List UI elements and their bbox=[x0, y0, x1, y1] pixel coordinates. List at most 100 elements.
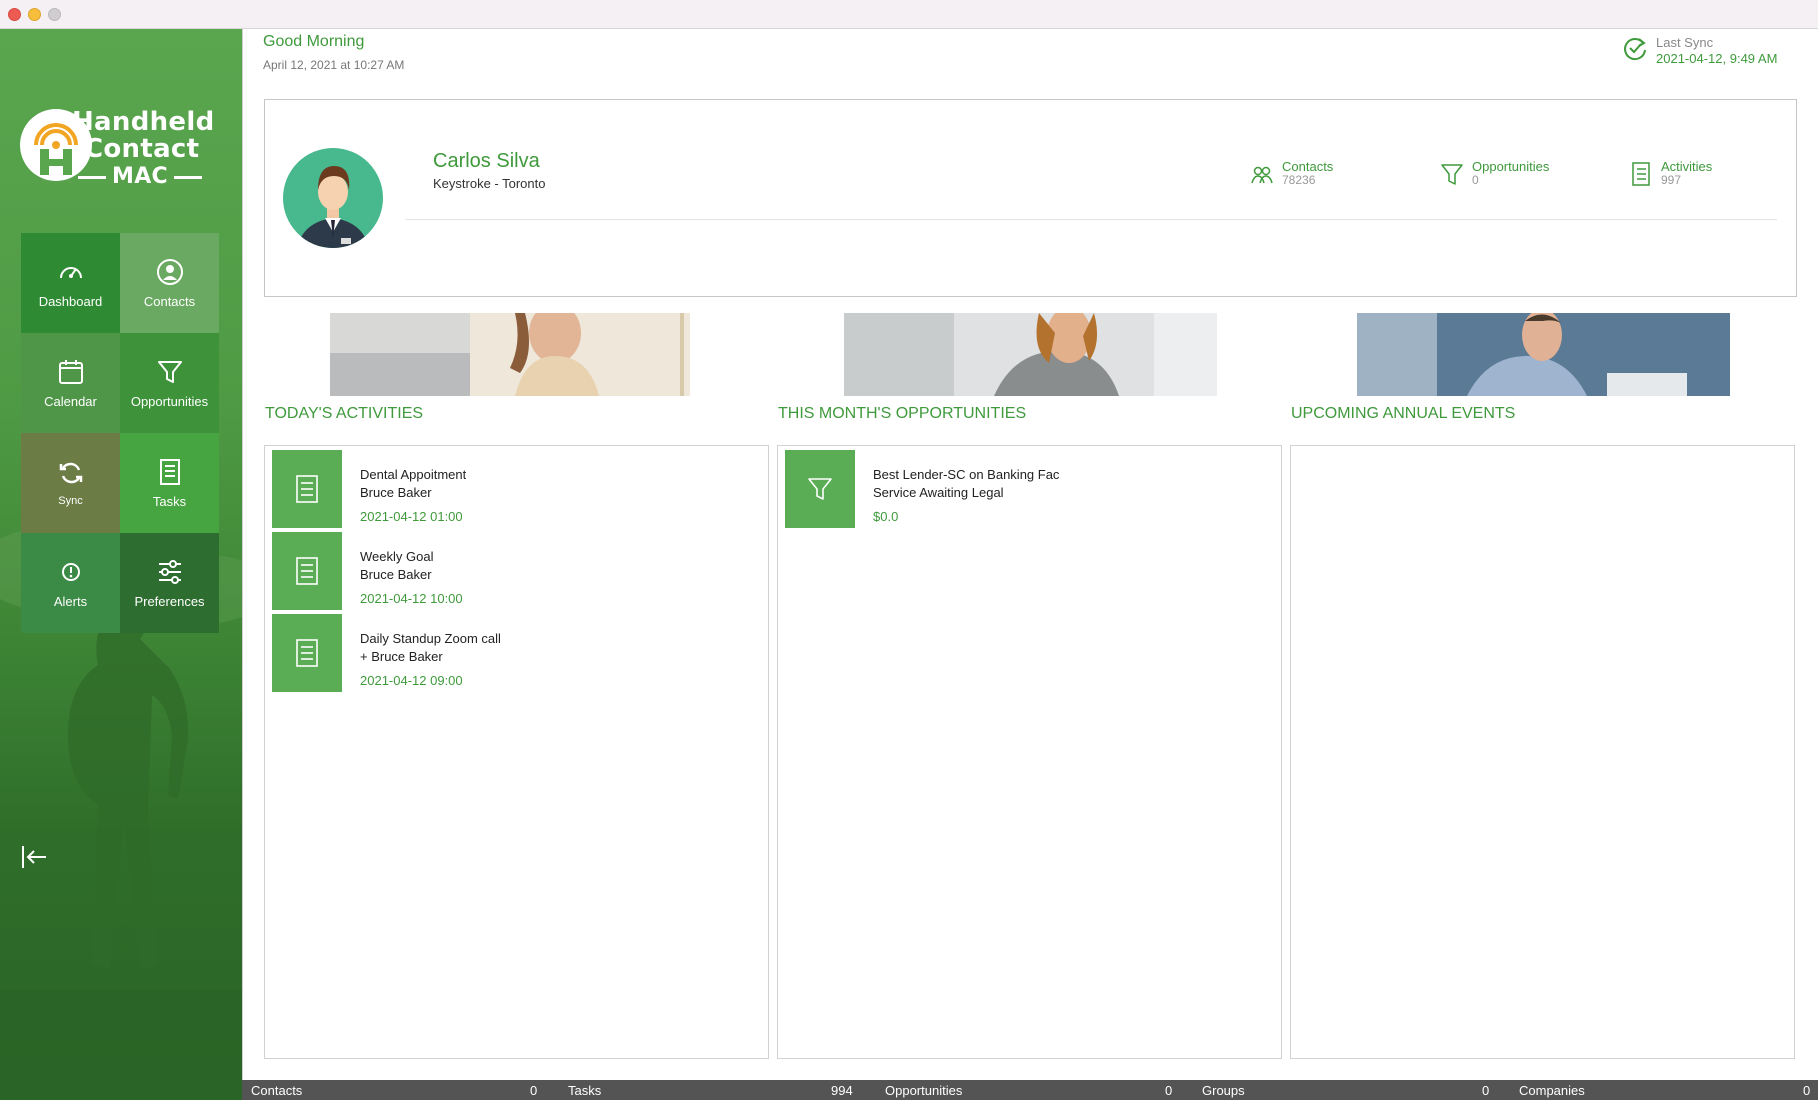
checklist-icon bbox=[296, 557, 318, 585]
nav-sync[interactable]: Sync bbox=[21, 433, 120, 533]
profile-organization: Keystroke - Toronto bbox=[433, 176, 546, 191]
stat-contacts-label: Contacts bbox=[1282, 159, 1334, 174]
main-content: Good Morning April 12, 2021 at 10:27 AM … bbox=[242, 29, 1818, 1080]
close-window-button[interactable] bbox=[8, 8, 21, 21]
nav-calendar[interactable]: Calendar bbox=[21, 333, 120, 433]
activity-tile bbox=[272, 532, 342, 610]
list-item[interactable]: Daily Standup Zoom call + Bruce Baker 20… bbox=[272, 614, 768, 692]
opportunity-tile bbox=[785, 450, 855, 528]
activity-contact: Bruce Baker bbox=[360, 567, 432, 582]
opportunities-panel: Best Lender-SC on Banking Fac Service Aw… bbox=[777, 445, 1282, 1059]
profile-name: Carlos Silva bbox=[433, 150, 540, 172]
activity-tile bbox=[272, 450, 342, 528]
profile-card: Carlos Silva Keystroke - Toronto Contact… bbox=[264, 99, 1797, 297]
opportunities-banner-photo bbox=[844, 313, 1217, 396]
list-item[interactable]: Weekly Goal Bruce Baker 2021-04-12 10:00 bbox=[272, 532, 768, 610]
status-contacts-value: 0 bbox=[530, 1083, 538, 1098]
activity-title: Dental Appoitment bbox=[360, 467, 467, 482]
status-opportunities-label: Opportunities bbox=[885, 1083, 963, 1098]
activity-datetime: 2021-04-12 01:00 bbox=[360, 509, 463, 524]
navigation-tiles: Dashboard Contacts Calendar Opportunitie… bbox=[21, 233, 219, 633]
funnel-icon bbox=[1441, 164, 1463, 185]
status-tasks-label: Tasks bbox=[568, 1083, 602, 1098]
section-title-opportunities: THIS MONTH'S OPPORTUNITIES bbox=[778, 405, 1027, 422]
last-sync-label: Last Sync bbox=[1656, 35, 1714, 50]
logo-line-1: Handheld bbox=[72, 107, 215, 137]
sliders-icon bbox=[158, 559, 181, 584]
activity-tile bbox=[272, 614, 342, 692]
checklist-icon bbox=[1632, 162, 1650, 186]
events-panel bbox=[1290, 445, 1795, 1059]
activity-contact: + Bruce Baker bbox=[360, 649, 443, 664]
stat-activities[interactable]: Activities 997 bbox=[1629, 160, 1712, 187]
status-groups-label: Groups bbox=[1202, 1083, 1245, 1098]
speedometer-icon bbox=[59, 266, 82, 278]
nav-preferences-label: Preferences bbox=[134, 593, 205, 609]
sync-check-icon[interactable] bbox=[1622, 35, 1648, 61]
status-contacts-label: Contacts bbox=[251, 1083, 303, 1098]
collapse-sidebar-icon[interactable] bbox=[20, 844, 48, 870]
checklist-icon bbox=[296, 475, 318, 503]
opportunity-amount: $0.0 bbox=[873, 509, 899, 524]
nav-contacts-label: Contacts bbox=[143, 293, 196, 309]
opportunity-stage: Service Awaiting Legal bbox=[873, 485, 1004, 500]
nav-tasks[interactable]: Tasks bbox=[120, 433, 219, 533]
status-opportunities-value: 0 bbox=[1165, 1083, 1173, 1098]
nav-dashboard[interactable]: Dashboard bbox=[21, 233, 120, 333]
logo-line-2: Contact bbox=[84, 134, 200, 164]
nav-alerts-label: Alerts bbox=[53, 593, 88, 609]
status-groups-value: 0 bbox=[1482, 1083, 1490, 1098]
stat-contacts[interactable]: Contacts 78236 bbox=[1250, 160, 1333, 187]
nav-tasks-label: Tasks bbox=[152, 493, 187, 509]
stat-contacts-value: 78236 bbox=[1282, 173, 1316, 187]
opportunity-title: Best Lender-SC on Banking Fac bbox=[873, 467, 1060, 482]
stat-opportunities[interactable]: Opportunities 0 bbox=[1440, 160, 1549, 187]
activities-panel: Dental Appoitment Bruce Baker 2021-04-12… bbox=[264, 445, 769, 1059]
last-sync-value: 2021-04-12, 9:49 AM bbox=[1656, 51, 1778, 66]
checklist-icon bbox=[296, 639, 318, 667]
funnel-icon bbox=[808, 478, 832, 500]
stat-opportunities-value: 0 bbox=[1472, 173, 1479, 187]
list-item[interactable]: Dental Appoitment Bruce Baker 2021-04-12… bbox=[272, 450, 768, 528]
activity-title: Daily Standup Zoom call bbox=[360, 631, 501, 646]
window-titlebar bbox=[0, 0, 1818, 29]
greeting: Good Morning bbox=[263, 33, 365, 50]
events-banner-photo bbox=[1357, 313, 1730, 396]
nav-sync-label: Sync bbox=[58, 495, 83, 507]
activity-contact: Bruce Baker bbox=[360, 485, 432, 500]
checklist-icon bbox=[159, 458, 180, 485]
funnel-icon bbox=[157, 360, 182, 383]
sidebar: Handheld Contact MAC Dashboard Contacts … bbox=[0, 29, 242, 1100]
activity-datetime: 2021-04-12 10:00 bbox=[360, 591, 463, 606]
calendar-icon bbox=[58, 359, 83, 384]
contacts-icon bbox=[1251, 166, 1273, 184]
status-tasks-value: 994 bbox=[831, 1083, 853, 1098]
nav-dashboard-label: Dashboard bbox=[38, 293, 103, 309]
nav-opportunities-label: Opportunities bbox=[130, 393, 209, 409]
nav-opportunities[interactable]: Opportunities bbox=[120, 333, 219, 433]
activity-datetime: 2021-04-12 09:00 bbox=[360, 673, 463, 688]
nav-calendar-label: Calendar bbox=[44, 393, 97, 409]
status-companies-value: 0 bbox=[1803, 1083, 1811, 1098]
alert-icon bbox=[61, 562, 80, 581]
profile-divider bbox=[405, 219, 1777, 220]
status-bar: Contacts 0 Tasks 994 Opportunities 0 Gro… bbox=[242, 1080, 1818, 1100]
activities-banner-photo bbox=[330, 313, 690, 396]
stat-activities-label: Activities bbox=[1661, 159, 1713, 174]
logo-line-3: MAC bbox=[112, 164, 168, 189]
zoom-window-button[interactable] bbox=[48, 8, 61, 21]
list-item[interactable]: Best Lender-SC on Banking Fac Service Aw… bbox=[785, 450, 1281, 528]
user-circle-icon bbox=[156, 258, 183, 285]
section-title-events: UPCOMING ANNUAL EVENTS bbox=[1291, 405, 1516, 422]
section-title-activities: TODAY'S ACTIVITIES bbox=[265, 405, 424, 422]
status-companies-label: Companies bbox=[1519, 1083, 1585, 1098]
app-logo-text: Handheld Contact MAC bbox=[72, 109, 215, 191]
stat-opportunities-label: Opportunities bbox=[1472, 159, 1550, 174]
nav-contacts[interactable]: Contacts bbox=[120, 233, 219, 333]
sync-icon bbox=[59, 462, 82, 484]
minimize-window-button[interactable] bbox=[28, 8, 41, 21]
nav-alerts[interactable]: Alerts bbox=[21, 533, 120, 633]
activity-title: Weekly Goal bbox=[360, 549, 434, 564]
nav-preferences[interactable]: Preferences bbox=[120, 533, 219, 633]
user-avatar[interactable] bbox=[283, 148, 383, 248]
